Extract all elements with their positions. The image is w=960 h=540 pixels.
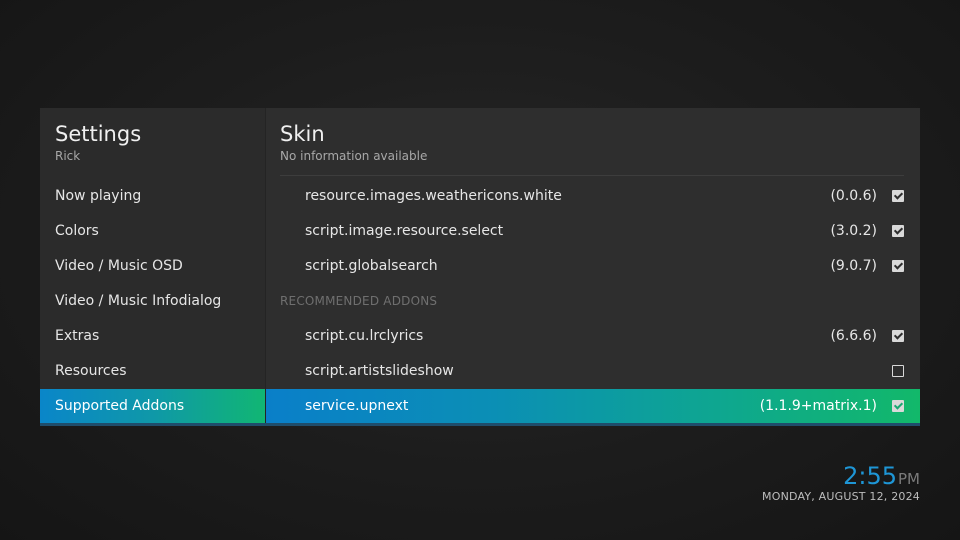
- addon-name: resource.images.weathericons.white: [305, 188, 562, 204]
- addon-version: (6.6.6): [830, 328, 877, 344]
- addon-version: (9.0.7): [830, 258, 877, 274]
- settings-dialog: Settings Rick Now playing Colors Video /…: [40, 108, 920, 426]
- addon-row[interactable]: script.globalsearch (9.0.7): [266, 249, 920, 284]
- addon-row-focused[interactable]: service.upnext (1.1.9+matrix.1): [266, 389, 920, 424]
- addon-version: (0.0.6): [830, 188, 877, 204]
- content-title: Skin: [280, 122, 325, 146]
- sidebar-subtitle: Rick: [55, 149, 81, 163]
- sidebar-item-colors[interactable]: Colors: [40, 214, 265, 249]
- sidebar-item-resources[interactable]: Resources: [40, 354, 265, 389]
- sidebar-item-video-music-infodialog[interactable]: Video / Music Infodialog: [40, 284, 265, 319]
- sidebar: Settings Rick Now playing Colors Video /…: [40, 108, 265, 426]
- addon-row[interactable]: script.image.resource.select (3.0.2): [266, 214, 920, 249]
- addon-version: (1.1.9+matrix.1): [759, 398, 877, 414]
- addon-name: script.cu.lrclyrics: [305, 328, 424, 344]
- clock-time: 2:55: [843, 462, 897, 490]
- sidebar-item-video-music-osd[interactable]: Video / Music OSD: [40, 249, 265, 284]
- clock: 2:55PM: [843, 462, 920, 490]
- dialog-bottom-edge: [40, 423, 920, 426]
- addon-name: service.upnext: [305, 398, 409, 414]
- content-subtitle: No information available: [280, 149, 428, 163]
- checkbox-unchecked-icon[interactable]: [892, 365, 904, 377]
- addon-name: script.globalsearch: [305, 258, 438, 274]
- addon-row[interactable]: script.artistslideshow: [266, 354, 920, 389]
- checkbox-checked-icon[interactable]: [892, 190, 904, 202]
- addon-name: script.artistslideshow: [305, 363, 454, 379]
- addon-name: script.image.resource.select: [305, 223, 504, 239]
- recommended-addons-heading: RECOMMENDED ADDONS: [280, 294, 438, 308]
- content-separator: [280, 175, 904, 176]
- content-pane: Skin No information available resource.i…: [266, 108, 920, 426]
- checkbox-checked-icon[interactable]: [892, 260, 904, 272]
- checkbox-checked-icon[interactable]: [892, 330, 904, 342]
- checkbox-checked-icon[interactable]: [892, 225, 904, 237]
- clock-ampm: PM: [898, 470, 920, 488]
- checkbox-checked-icon[interactable]: [892, 400, 904, 412]
- addon-row[interactable]: resource.images.weathericons.white (0.0.…: [266, 179, 920, 214]
- sidebar-item-now-playing[interactable]: Now playing: [40, 179, 265, 214]
- sidebar-item-extras[interactable]: Extras: [40, 319, 265, 354]
- addon-row[interactable]: script.cu.lrclyrics (6.6.6): [266, 319, 920, 354]
- sidebar-item-supported-addons[interactable]: Supported Addons: [40, 389, 265, 424]
- sidebar-title: Settings: [55, 122, 142, 146]
- addon-version: (3.0.2): [830, 223, 877, 239]
- clock-date: MONDAY, AUGUST 12, 2024: [762, 490, 920, 503]
